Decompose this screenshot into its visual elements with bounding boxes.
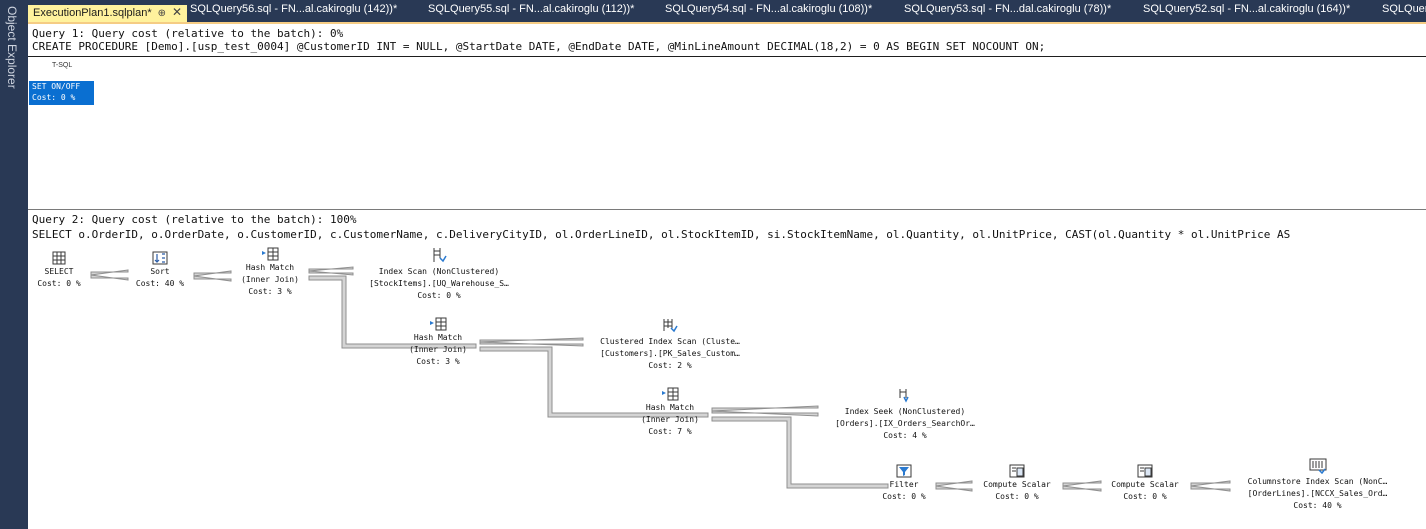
node-cost: Cost: 0 % [417,291,461,300]
tab-label: SQLQuery54.sql - FN...al.cakiroglu (108)… [665,3,873,15]
node-cost: Cost: 40 % [1293,501,1342,510]
node-cost: Cost: 7 % [648,427,692,436]
sort-icon [125,251,195,266]
columnstore-index-scan-icon [1227,458,1408,476]
object-explorer-label[interactable]: Object Explorer [5,6,19,89]
plan-node-compute-scalar-2[interactable]: Compute Scalar Cost: 0 % [1100,464,1190,503]
node-label: Index Scan (NonClustered) [378,267,500,276]
pin-icon[interactable]: ⊕ [158,8,166,19]
node-label: Clustered Index Scan (Cluste… [600,337,740,346]
node-label: Filter [889,480,919,489]
edge-scan2-hash2 [479,337,584,347]
document-tab-bar: ExecutionPlan1.sqlplan* ⊕ ✕ SQLQuery56.sql… [28,0,1426,24]
node-cost: Cost: 0 % [37,279,81,288]
node-label: Hash Match [413,333,463,342]
tab-label: SQLQuery55.sql - FN...al.cakiroglu (112)… [428,3,635,15]
plan-node-clustered-index-scan-customers[interactable]: Clustered Index Scan (Cluste… [Customers… [581,316,759,372]
tab-sqlquery-overflow[interactable]: SQLQuery [1382,3,1426,22]
node-cost: Cost: 0 % [882,492,926,501]
plan-node-index-seek-orders[interactable]: Index Seek (NonClustered) [Orders].[IX_O… [816,386,994,442]
node-cost: Cost: 2 % [648,361,692,370]
node-cost: Cost: 0 % [995,492,1039,501]
edge-cs2-cs1 [1062,480,1102,492]
hash-match-icon [396,317,480,332]
node-label: Hash Match [645,403,695,412]
filter-icon [868,464,940,479]
tab-label: SQLQuery53.sql - FN...dal.cakiroglu (78)… [904,3,1112,15]
edge-sort-select [90,269,129,281]
node-label: Index Seek (NonClustered) [844,407,966,416]
plan-node-index-scan-stockitems[interactable]: Index Scan (NonClustered) [StockItems].[… [350,246,528,302]
close-icon[interactable]: ✕ [172,5,182,19]
plan-node-filter[interactable]: Filter Cost: 0 % [868,464,940,503]
edge-scan1-hash1 [308,266,354,276]
compute-scalar-icon [1100,464,1190,479]
edge-colscan-cs2 [1190,480,1231,492]
node-sublabel: (Inner Join) [409,345,467,354]
tab-label: ExecutionPlan1.sqlplan* [33,7,152,19]
execution-plan-pane[interactable]: Query 1: Query cost (relative to the bat… [28,24,1426,529]
edge-cs1-filter [935,480,973,492]
index-scan-icon [350,246,528,266]
plan-node-compute-scalar-1[interactable]: Compute Scalar Cost: 0 % [972,464,1062,503]
tab-sqlquery53[interactable]: SQLQuery53.sql - FN...dal.cakiroglu (78)… [904,3,1111,22]
tab-label: SQLQuery56.sql - FN...al.cakiroglu (142)… [190,3,398,15]
node-cost: Cost: 0 % [1123,492,1167,501]
tab-label: SQLQuery52.sql - FN...al.cakiroglu (164)… [1143,3,1351,15]
clustered-index-scan-icon [581,316,759,336]
node-cost: Cost: 3 % [248,287,292,296]
node-label: Compute Scalar [1111,480,1179,489]
edge-hash1-sort [193,270,232,282]
node-cost: Cost: 4 % [883,431,927,440]
tab-sqlquery54[interactable]: SQLQuery54.sql - FN...al.cakiroglu (108)… [665,3,872,22]
hash-match-icon [228,247,312,262]
node-label: Hash Match [245,263,295,272]
tab-executionplan1[interactable]: ExecutionPlan1.sqlplan* ⊕ ✕ [28,5,188,22]
tab-sqlquery55[interactable]: SQLQuery55.sql - FN...al.cakiroglu (112)… [428,3,634,22]
node-label: Sort [150,267,170,276]
node-object: [Customers].[PK_Sales_Custom… [600,349,740,358]
edge-seek-hash3 [711,405,819,417]
node-sublabel: (Inner Join) [241,275,299,284]
index-seek-icon [816,386,994,406]
node-label: Compute Scalar [983,480,1051,489]
node-sublabel: (Inner Join) [641,415,699,424]
plan-node-hash-match-3[interactable]: Hash Match (Inner Join) Cost: 7 % [628,387,712,438]
node-label: Columnstore Index Scan (NonC… [1247,477,1388,486]
tab-sqlquery52[interactable]: SQLQuery52.sql - FN...al.cakiroglu (164)… [1143,3,1350,22]
compute-scalar-icon [972,464,1062,479]
tab-sqlquery56[interactable]: SQLQuery56.sql - FN...al.cakiroglu (142)… [190,3,397,22]
plan-node-sort[interactable]: Sort Cost: 40 % [125,251,195,290]
node-cost: Cost: 3 % [416,357,460,366]
select-icon [32,251,86,266]
tab-label: SQLQuery [1382,3,1426,15]
node-object: [OrderLines].[NCCX_Sales_Ord… [1247,489,1388,498]
plan-node-hash-match-2[interactable]: Hash Match (Inner Join) Cost: 3 % [396,317,480,368]
object-explorer-sidebar[interactable]: Object Explorer [0,0,28,529]
node-object: [StockItems].[UQ_Warehouse_S… [369,279,509,288]
plan-node-select[interactable]: SELECT Cost: 0 % [32,251,86,290]
node-object: [Orders].[IX_Orders_SearchOr… [835,419,975,428]
node-label: SELECT [44,267,74,276]
plan-node-hash-match-1[interactable]: Hash Match (Inner Join) Cost: 3 % [228,247,312,298]
plan-node-columnstore-index-scan-orderlines[interactable]: Columnstore Index Scan (NonC… [OrderLine… [1227,458,1408,512]
hash-match-icon [628,387,712,402]
node-cost: Cost: 40 % [135,279,185,288]
